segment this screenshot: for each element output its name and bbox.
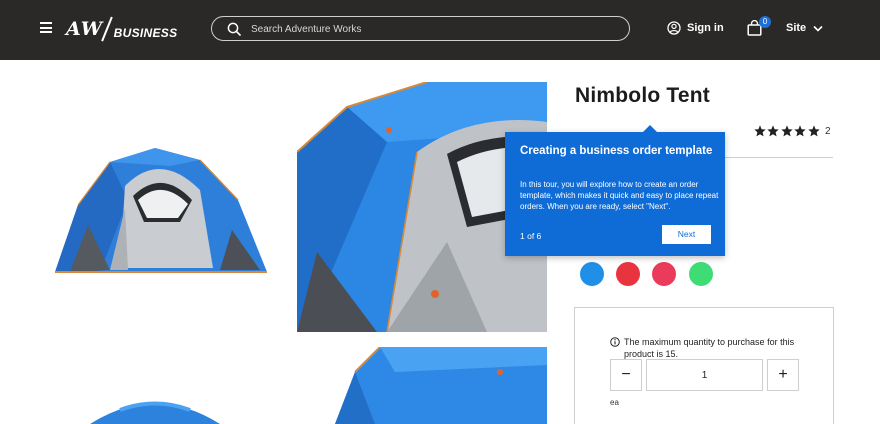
logo-text: BUSINESS bbox=[113, 26, 178, 40]
decrement-quantity-button[interactable]: − bbox=[610, 359, 642, 391]
color-swatch[interactable] bbox=[616, 262, 640, 286]
color-swatch[interactable] bbox=[580, 262, 604, 286]
star-icon bbox=[767, 125, 780, 137]
sign-in-label: Sign in bbox=[687, 22, 724, 34]
search-icon[interactable] bbox=[227, 22, 241, 36]
max-quantity-notice: The maximum quantity to purchase for thi… bbox=[610, 336, 815, 360]
tent-image-top[interactable] bbox=[335, 347, 547, 424]
tour-step-indicator: 1 of 6 bbox=[520, 231, 542, 241]
review-count: 2 bbox=[824, 125, 831, 137]
product-title: Nimbolo Tent bbox=[575, 84, 710, 107]
chevron-down-icon bbox=[813, 25, 823, 32]
search-bar[interactable] bbox=[211, 16, 630, 41]
tent-image-front[interactable] bbox=[50, 130, 270, 280]
star-icon bbox=[781, 125, 793, 137]
hamburger-icon[interactable] bbox=[40, 22, 52, 33]
product-rating[interactable]: 2 bbox=[754, 124, 831, 138]
increment-quantity-button[interactable]: + bbox=[767, 359, 799, 391]
site-label: Site bbox=[786, 22, 807, 34]
max-quantity-text: The maximum quantity to purchase for thi… bbox=[624, 337, 795, 359]
color-swatch[interactable] bbox=[689, 262, 713, 286]
logo-mark: AW bbox=[66, 18, 104, 40]
brand-logo[interactable]: AW BUSINESS bbox=[66, 14, 177, 44]
tour-title: Creating a business order template bbox=[520, 145, 713, 157]
tour-popover: Creating a business order template In th… bbox=[505, 125, 725, 256]
top-navigation-bar: AW BUSINESS Sign in 0 Site bbox=[0, 0, 880, 60]
info-icon bbox=[610, 337, 620, 347]
quantity-unit: ea bbox=[610, 398, 619, 407]
user-circle-icon bbox=[667, 21, 681, 35]
tent-image-partial[interactable] bbox=[90, 395, 220, 424]
cart-count-badge: 0 bbox=[759, 16, 771, 28]
star-icon bbox=[807, 125, 820, 137]
cart-button[interactable]: 0 bbox=[747, 16, 773, 41]
star-icon bbox=[794, 125, 806, 137]
sign-in-link[interactable]: Sign in bbox=[667, 19, 724, 37]
purchase-card: The maximum quantity to purchase for thi… bbox=[574, 307, 834, 424]
tour-pointer bbox=[643, 125, 657, 132]
color-swatch[interactable] bbox=[652, 262, 676, 286]
site-selector[interactable]: Site bbox=[786, 20, 823, 36]
quantity-input[interactable] bbox=[646, 359, 763, 391]
search-input[interactable] bbox=[251, 20, 611, 38]
tour-next-button[interactable]: Next bbox=[662, 225, 711, 244]
tour-description: In this tour, you will explore how to cr… bbox=[520, 180, 719, 211]
star-icon bbox=[754, 125, 766, 137]
